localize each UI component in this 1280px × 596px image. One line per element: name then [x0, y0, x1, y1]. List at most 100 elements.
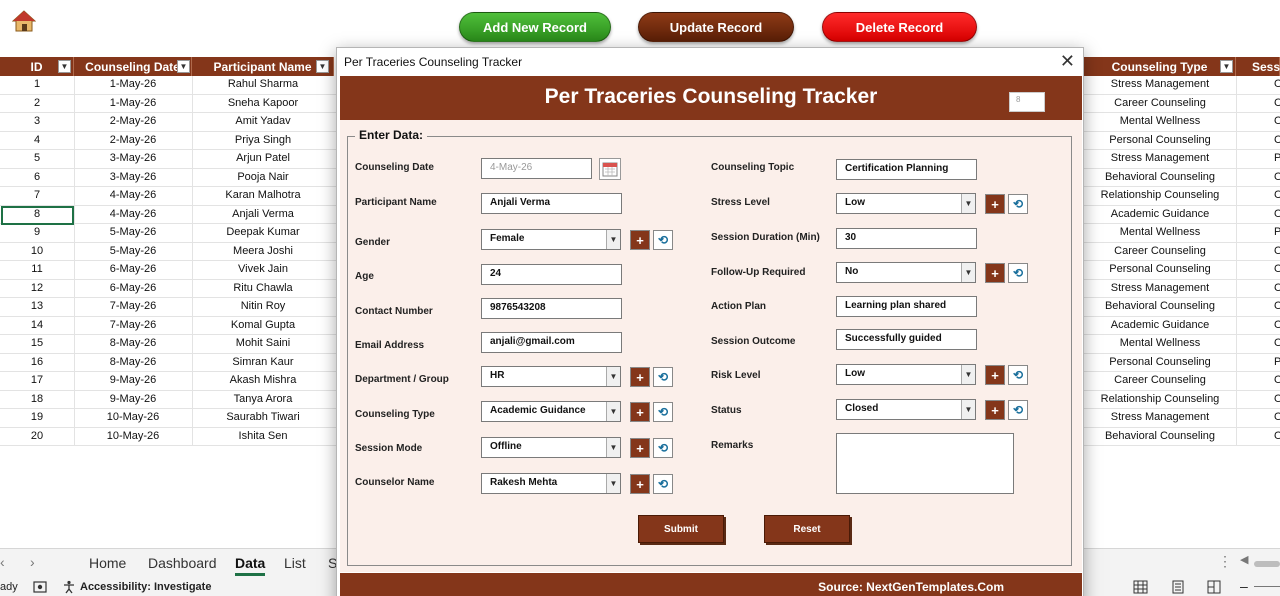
add-counselor-button[interactable]: + [630, 474, 650, 494]
add-new-record-button[interactable]: Add New Record [459, 12, 611, 42]
home-icon[interactable] [12, 10, 36, 32]
scroll-left-icon[interactable]: ◀ [1240, 553, 1248, 566]
cell-participant-name: Nitin Roy [240, 300, 286, 312]
cell-session-mode: O [1274, 374, 1280, 386]
cell-date: 3-May-26 [109, 152, 157, 164]
add-session-mode-button[interactable]: + [630, 438, 650, 458]
follow-up-select[interactable]: No ▼ [836, 262, 976, 283]
cell-participant-name: Ishita Sen [238, 429, 288, 442]
cell-date: 6-May-26 [109, 263, 157, 275]
add-risk-level-button[interactable]: + [985, 365, 1005, 385]
add-gender-button[interactable]: + [630, 230, 650, 250]
department-select[interactable]: HR ▼ [481, 366, 621, 387]
counseling-date-input[interactable]: 4-May-26 [481, 158, 592, 179]
chevron-down-icon[interactable]: ▼ [961, 194, 975, 213]
calendar-picker-button[interactable] [599, 158, 621, 180]
tab-home[interactable]: Home [89, 555, 126, 571]
refresh-gender-button[interactable]: ⟲ [653, 230, 673, 250]
dialog-window-title: Per Traceries Counseling Tracker [344, 55, 523, 69]
filter-dropdown-icon[interactable]: ▼ [177, 60, 190, 73]
chevron-down-icon[interactable]: ▼ [606, 367, 620, 386]
chevron-down-icon[interactable]: ▼ [606, 230, 620, 249]
refresh-counselor-button[interactable]: ⟲ [653, 474, 673, 494]
action-plan-input[interactable]: Learning plan shared [836, 296, 977, 317]
header-id-label: ID [30, 59, 43, 74]
filter-dropdown-icon[interactable]: ▼ [1220, 60, 1233, 73]
delete-record-button[interactable]: Delete Record [822, 12, 977, 42]
more-options-icon[interactable]: ⋮ [1218, 553, 1232, 570]
chevron-down-icon[interactable]: ▼ [606, 402, 620, 421]
cell-counseling-type: Personal Counseling [1109, 355, 1211, 368]
header-participant-name: Participant Name ▼ [192, 57, 334, 76]
refresh-department-button[interactable]: ⟲ [653, 367, 673, 387]
horizontal-scrollbar[interactable] [1254, 561, 1280, 567]
tab-dashboard[interactable]: Dashboard [148, 555, 217, 571]
gender-value: Female [490, 233, 525, 244]
prev-sheet-icon[interactable]: ‹ [0, 554, 5, 570]
chevron-down-icon[interactable]: ▼ [961, 400, 975, 419]
cell-date: 1-May-26 [109, 78, 157, 90]
cell-participant-name: Meera Joshi [233, 244, 293, 257]
zoom-out-icon[interactable]: – [1240, 578, 1248, 594]
header-counseling-date: Counseling Date ▼ [74, 57, 192, 76]
status-ready: ady [0, 581, 18, 593]
chevron-down-icon[interactable]: ▼ [961, 365, 975, 384]
enter-data-legend: Enter Data: [355, 128, 428, 142]
participant-name-input[interactable]: Anjali Verma [481, 193, 622, 214]
refresh-follow-up-button[interactable]: ⟲ [1008, 263, 1028, 283]
cell-id: 9 [33, 226, 41, 238]
close-icon[interactable]: ✕ [1060, 51, 1075, 72]
counselor-name-select[interactable]: Rakesh Mehta ▼ [481, 473, 621, 494]
contact-number-input[interactable]: 9876543208 [481, 298, 622, 319]
refresh-session-mode-button[interactable]: ⟲ [653, 438, 673, 458]
submit-button[interactable]: Submit [638, 515, 724, 543]
session-duration-input[interactable]: 30 [836, 228, 977, 249]
tab-list[interactable]: List [284, 555, 306, 571]
add-stress-level-button[interactable]: + [985, 194, 1005, 214]
chevron-down-icon[interactable]: ▼ [961, 263, 975, 282]
normal-view-icon[interactable] [1133, 580, 1148, 594]
selected-cell[interactable] [1, 206, 74, 225]
session-outcome-input[interactable]: Successfully guided [836, 329, 977, 350]
remarks-textarea[interactable] [836, 433, 1014, 494]
stress-level-select[interactable]: Low ▼ [836, 193, 976, 214]
status-select[interactable]: Closed ▼ [836, 399, 976, 420]
tab-data[interactable]: Data [235, 555, 266, 576]
add-department-button[interactable]: + [630, 367, 650, 387]
add-status-button[interactable]: + [985, 400, 1005, 420]
cell-session-mode: O [1274, 244, 1280, 257]
refresh-risk-level-button[interactable]: ⟲ [1008, 365, 1028, 385]
counseling-topic-input[interactable]: Certification Planning [836, 159, 977, 180]
page-break-icon[interactable] [1207, 580, 1221, 594]
risk-level-select[interactable]: Low ▼ [836, 364, 976, 385]
page-layout-icon[interactable] [1171, 580, 1185, 594]
session-mode-select[interactable]: Offline ▼ [481, 437, 621, 458]
next-sheet-icon[interactable]: › [30, 554, 35, 570]
email-address-input[interactable]: anjali@gmail.com [481, 332, 622, 353]
cell-participant-name: Amit Yadav [235, 115, 291, 127]
counselor-name-label: Counselor Name [355, 477, 435, 488]
refresh-counseling-type-button[interactable]: ⟲ [653, 402, 673, 422]
age-input[interactable]: 24 [481, 264, 622, 285]
refresh-stress-level-button[interactable]: ⟲ [1008, 194, 1028, 214]
filter-dropdown-icon[interactable]: ▼ [316, 60, 329, 73]
refresh-status-button[interactable]: ⟲ [1008, 400, 1028, 420]
gender-select[interactable]: Female ▼ [481, 229, 621, 250]
chevron-down-icon[interactable]: ▼ [606, 438, 620, 457]
cell-participant-name: Deepak Kumar [226, 226, 300, 238]
accessibility-icon[interactable] [62, 580, 76, 594]
macro-record-icon[interactable] [33, 581, 47, 593]
update-record-button[interactable]: Update Record [638, 12, 794, 42]
header-id: ID ▼ [0, 57, 74, 76]
reset-button[interactable]: Reset [764, 515, 850, 543]
add-counseling-type-button[interactable]: + [630, 402, 650, 422]
chevron-down-icon[interactable]: ▼ [606, 474, 620, 493]
header-sess-label: Sess [1252, 59, 1280, 74]
cell-id: 19 [30, 411, 44, 423]
cell-session-mode: C [1274, 189, 1280, 201]
accessibility-status[interactable]: Accessibility: Investigate [80, 581, 211, 593]
filter-dropdown-icon[interactable]: ▼ [58, 60, 71, 73]
counseling-type-select[interactable]: Academic Guidance ▼ [481, 401, 621, 422]
zoom-slider[interactable] [1254, 586, 1280, 587]
add-follow-up-button[interactable]: + [985, 263, 1005, 283]
